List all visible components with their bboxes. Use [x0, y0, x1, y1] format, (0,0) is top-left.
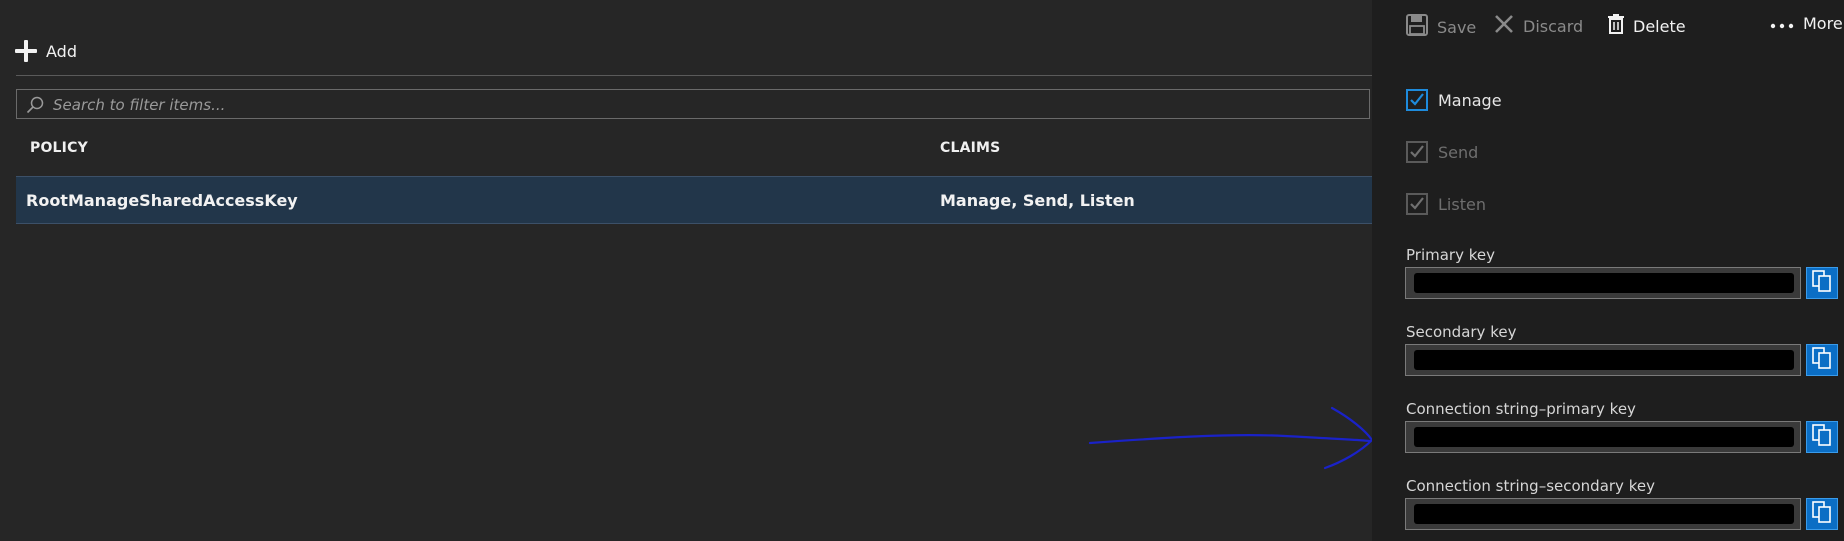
copy-icon — [1812, 501, 1832, 527]
copy-icon — [1812, 347, 1832, 373]
secondary-key-label: Secondary key — [1406, 323, 1517, 341]
redaction — [1414, 350, 1794, 370]
ellipsis-icon — [1770, 14, 1794, 33]
save-label: Save — [1437, 17, 1477, 37]
claims-cell: Manage, Send, Listen — [940, 191, 1135, 210]
add-button[interactable]: Add — [15, 40, 77, 62]
search-box[interactable] — [16, 89, 1370, 119]
redaction — [1414, 427, 1794, 447]
secondary-key-field[interactable] — [1405, 344, 1801, 376]
listen-label: Listen — [1438, 194, 1486, 214]
save-button[interactable]: Save — [1406, 14, 1476, 40]
redaction — [1414, 504, 1794, 524]
send-checkbox-row[interactable]: Send — [1406, 141, 1478, 163]
primary-key-label: Primary key — [1406, 246, 1495, 264]
manage-checkbox-row[interactable]: Manage — [1406, 89, 1502, 111]
copy-icon — [1812, 424, 1832, 450]
delete-button[interactable]: Delete — [1608, 14, 1686, 38]
manage-checkbox[interactable] — [1406, 89, 1428, 111]
redaction — [1414, 273, 1794, 293]
connection-string-secondary-label: Connection string–secondary key — [1406, 477, 1655, 495]
policy-detail-panel: Save Discard Delete More Manage Send Lis… — [1372, 0, 1844, 541]
connection-string-secondary-field[interactable] — [1405, 498, 1801, 530]
column-header-claims[interactable]: CLAIMS — [940, 140, 1000, 156]
table-row[interactable]: RootManageSharedAccessKey Manage, Send, … — [16, 176, 1372, 224]
more-label: More — [1803, 14, 1843, 33]
plus-icon — [15, 40, 37, 62]
delete-label: Delete — [1633, 16, 1686, 36]
connection-string-primary-field[interactable] — [1405, 421, 1801, 453]
column-header-policy[interactable]: POLICY — [30, 140, 88, 156]
app-root: Add POLICY CLAIMS RootManageSharedAccess… — [0, 0, 1844, 541]
more-button[interactable]: More — [1770, 14, 1843, 33]
primary-key-field[interactable] — [1405, 267, 1801, 299]
listen-checkbox[interactable] — [1406, 193, 1428, 215]
manage-label: Manage — [1438, 90, 1502, 110]
send-label: Send — [1438, 142, 1479, 162]
search-icon — [26, 96, 44, 114]
copy-secondary-key-button[interactable] — [1806, 344, 1838, 376]
copy-connection-string-primary-button[interactable] — [1806, 421, 1838, 453]
search-input[interactable] — [51, 93, 1355, 117]
annotation-arrow — [1088, 406, 1374, 470]
add-label: Add — [46, 41, 77, 61]
connection-string-primary-label: Connection string–primary key — [1406, 400, 1636, 418]
discard-button[interactable]: Discard — [1494, 14, 1583, 38]
toolbar-divider — [16, 75, 1372, 76]
trash-icon — [1608, 14, 1624, 38]
policy-cell: RootManageSharedAccessKey — [26, 191, 298, 210]
copy-icon — [1812, 270, 1832, 296]
listen-checkbox-row[interactable]: Listen — [1406, 193, 1486, 215]
x-icon — [1494, 14, 1514, 38]
floppy-disk-icon — [1406, 14, 1428, 40]
send-checkbox[interactable] — [1406, 141, 1428, 163]
copy-primary-key-button[interactable] — [1806, 267, 1838, 299]
copy-connection-string-secondary-button[interactable] — [1806, 498, 1838, 530]
discard-label: Discard — [1523, 16, 1584, 36]
